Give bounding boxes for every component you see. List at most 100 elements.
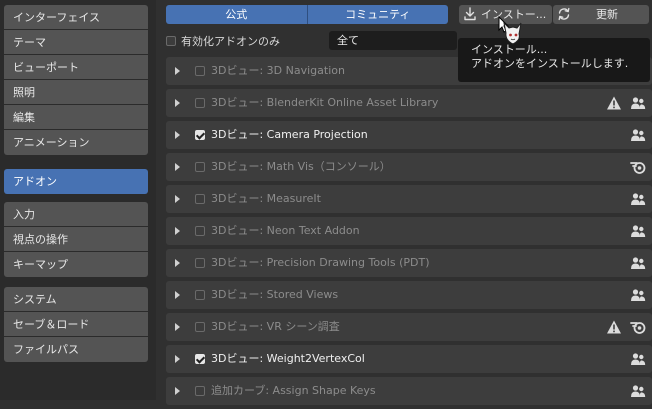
- addon-status-icons: [630, 191, 646, 207]
- expand-triangle-icon[interactable]: [175, 67, 180, 75]
- refresh-button-label: 更新: [596, 8, 618, 21]
- tab-community[interactable]: コミュニティ: [307, 5, 448, 24]
- addon-row[interactable]: 3Dビュー: Neon Text Addon: [166, 217, 652, 245]
- addon-name: 3Dビュー: Camera Projection: [211, 128, 368, 141]
- addon-name: 3Dビュー: MeasureIt: [211, 192, 321, 205]
- category-dropdown-value: 全て: [337, 34, 359, 47]
- addon-row[interactable]: 3Dビュー: Precision Drawing Tools (PDT): [166, 249, 652, 277]
- enabled-only-checkbox[interactable]: [166, 36, 176, 46]
- addon-name: 追加カーブ: Assign Shape Keys: [211, 384, 376, 397]
- addon-list: 3Dビュー: 3D Navigation 3Dビュー: BlenderKit On…: [166, 57, 652, 409]
- warning-icon: [607, 96, 621, 110]
- addons-panel: 公式 コミュニティ インストー... 更新 有効化アドオンのみ 全て インストー…: [156, 0, 652, 405]
- addon-row[interactable]: 3Dビュー: BlenderKit Online Asset Library: [166, 89, 652, 117]
- addon-row[interactable]: 3Dビュー: VR シーン調査: [166, 313, 652, 341]
- addon-name: 3Dビュー: VR シーン調査: [211, 320, 340, 333]
- addon-enable-checkbox[interactable]: [195, 386, 205, 396]
- addon-status-icons: [630, 287, 646, 303]
- addon-row[interactable]: 3Dビュー: Math Vis（コンソール）: [166, 153, 652, 181]
- sidebar-item[interactable]: アドオン: [4, 169, 148, 194]
- community-icon: [631, 129, 646, 141]
- sidebar-item[interactable]: ビューポート: [4, 55, 148, 80]
- addon-enable-checkbox[interactable]: [195, 162, 205, 172]
- community-icon: [631, 97, 646, 109]
- sidebar-item[interactable]: キーマップ: [4, 252, 148, 277]
- addon-enable-checkbox[interactable]: [195, 226, 205, 236]
- addon-enable-checkbox[interactable]: [195, 194, 205, 204]
- community-icon: [631, 289, 646, 301]
- sidebar-item[interactable]: 照明: [4, 80, 148, 105]
- addon-enable-checkbox[interactable]: [195, 258, 205, 268]
- expand-triangle-icon[interactable]: [175, 387, 180, 395]
- addon-row[interactable]: 3Dビュー: Weight2VertexCol: [166, 345, 652, 373]
- expand-triangle-icon[interactable]: [175, 195, 180, 203]
- expand-triangle-icon[interactable]: [175, 291, 180, 299]
- addon-enable-checkbox[interactable]: [195, 98, 205, 108]
- install-tooltip: インストール... アドオンをインストールします.: [458, 38, 650, 82]
- expand-triangle-icon[interactable]: [175, 131, 180, 139]
- sidebar-group-addons: アドオン: [4, 169, 148, 194]
- addon-name: 3Dビュー: Precision Drawing Tools (PDT): [211, 256, 430, 269]
- expand-triangle-icon[interactable]: [175, 355, 180, 363]
- download-icon: [464, 7, 476, 21]
- addon-name: 3Dビュー: Neon Text Addon: [211, 224, 360, 237]
- addon-enable-checkbox[interactable]: [195, 322, 205, 332]
- community-icon: [631, 193, 646, 205]
- sidebar-group-system: システム セーブ＆ロード ファイルパス: [4, 287, 148, 362]
- preferences-sidebar: インターフェイス テーマ ビューポート 照明 編集 アニメーション アドオン 入力 視点の操…: [0, 0, 156, 400]
- addon-enable-checkbox[interactable]: [195, 290, 205, 300]
- addon-status-icons: [630, 159, 646, 175]
- addon-row[interactable]: 3Dビュー: Camera Projection: [166, 121, 652, 149]
- sidebar-item[interactable]: テーマ: [4, 30, 148, 55]
- tab-official[interactable]: 公式: [166, 5, 308, 24]
- community-icon: [631, 353, 646, 365]
- blender-icon: [630, 162, 646, 174]
- expand-triangle-icon[interactable]: [175, 259, 180, 267]
- sidebar-item[interactable]: ファイルパス: [4, 337, 148, 362]
- community-icon: [631, 385, 646, 397]
- enabled-only-toggle[interactable]: 有効化アドオンのみ: [166, 32, 280, 50]
- mascot-cursor-icon: [498, 16, 522, 45]
- refresh-button[interactable]: 更新: [553, 5, 649, 24]
- addon-enable-checkbox[interactable]: [195, 130, 205, 140]
- addon-status-icons: [606, 95, 646, 111]
- addon-name: 3Dビュー: Math Vis（コンソール）: [211, 160, 391, 173]
- sidebar-item[interactable]: システム: [4, 287, 148, 312]
- addon-name: 3Dビュー: Stored Views: [211, 288, 339, 301]
- source-tabs: 公式 コミュニティ: [166, 5, 448, 24]
- blender-icon: [630, 322, 646, 334]
- addon-status-icons: [630, 127, 646, 143]
- sidebar-group-interface: インターフェイス テーマ ビューポート 照明 編集 アニメーション: [4, 5, 148, 155]
- expand-triangle-icon[interactable]: [175, 99, 180, 107]
- addon-enable-checkbox[interactable]: [195, 354, 205, 364]
- sidebar-item[interactable]: セーブ＆ロード: [4, 312, 148, 337]
- addon-status-icons: [630, 351, 646, 367]
- warning-icon: [607, 320, 621, 334]
- addon-status-icons: [630, 383, 646, 399]
- sidebar-item[interactable]: 視点の操作: [4, 227, 148, 252]
- addon-status-icons: [630, 223, 646, 239]
- category-dropdown[interactable]: 全て: [329, 31, 457, 50]
- sidebar-item[interactable]: 入力: [4, 202, 148, 227]
- addon-row[interactable]: 3Dビュー: Stored Views: [166, 281, 652, 309]
- expand-triangle-icon[interactable]: [175, 163, 180, 171]
- expand-triangle-icon[interactable]: [175, 323, 180, 331]
- sidebar-item[interactable]: アニメーション: [4, 130, 148, 155]
- tooltip-description: アドオンをインストールします.: [471, 57, 629, 70]
- sidebar-item[interactable]: インターフェイス: [4, 5, 148, 30]
- addon-name: 3Dビュー: 3D Navigation: [211, 64, 345, 77]
- sidebar-group-input: 入力 視点の操作 キーマップ: [4, 202, 148, 277]
- community-icon: [631, 257, 646, 269]
- addon-row[interactable]: 追加カーブ: Assign Shape Keys: [166, 377, 652, 405]
- expand-triangle-icon[interactable]: [175, 227, 180, 235]
- addon-status-icons: [630, 255, 646, 271]
- addon-status-icons: [606, 319, 646, 335]
- addon-name: 3Dビュー: Weight2VertexCol: [211, 352, 365, 365]
- addon-name: 3Dビュー: BlenderKit Online Asset Library: [211, 96, 439, 109]
- community-icon: [631, 225, 646, 237]
- sidebar-item[interactable]: 編集: [4, 105, 148, 130]
- enabled-only-label: 有効化アドオンのみ: [181, 35, 280, 48]
- refresh-icon: [558, 7, 570, 21]
- addon-row[interactable]: 3Dビュー: MeasureIt: [166, 185, 652, 213]
- addon-enable-checkbox[interactable]: [195, 66, 205, 76]
